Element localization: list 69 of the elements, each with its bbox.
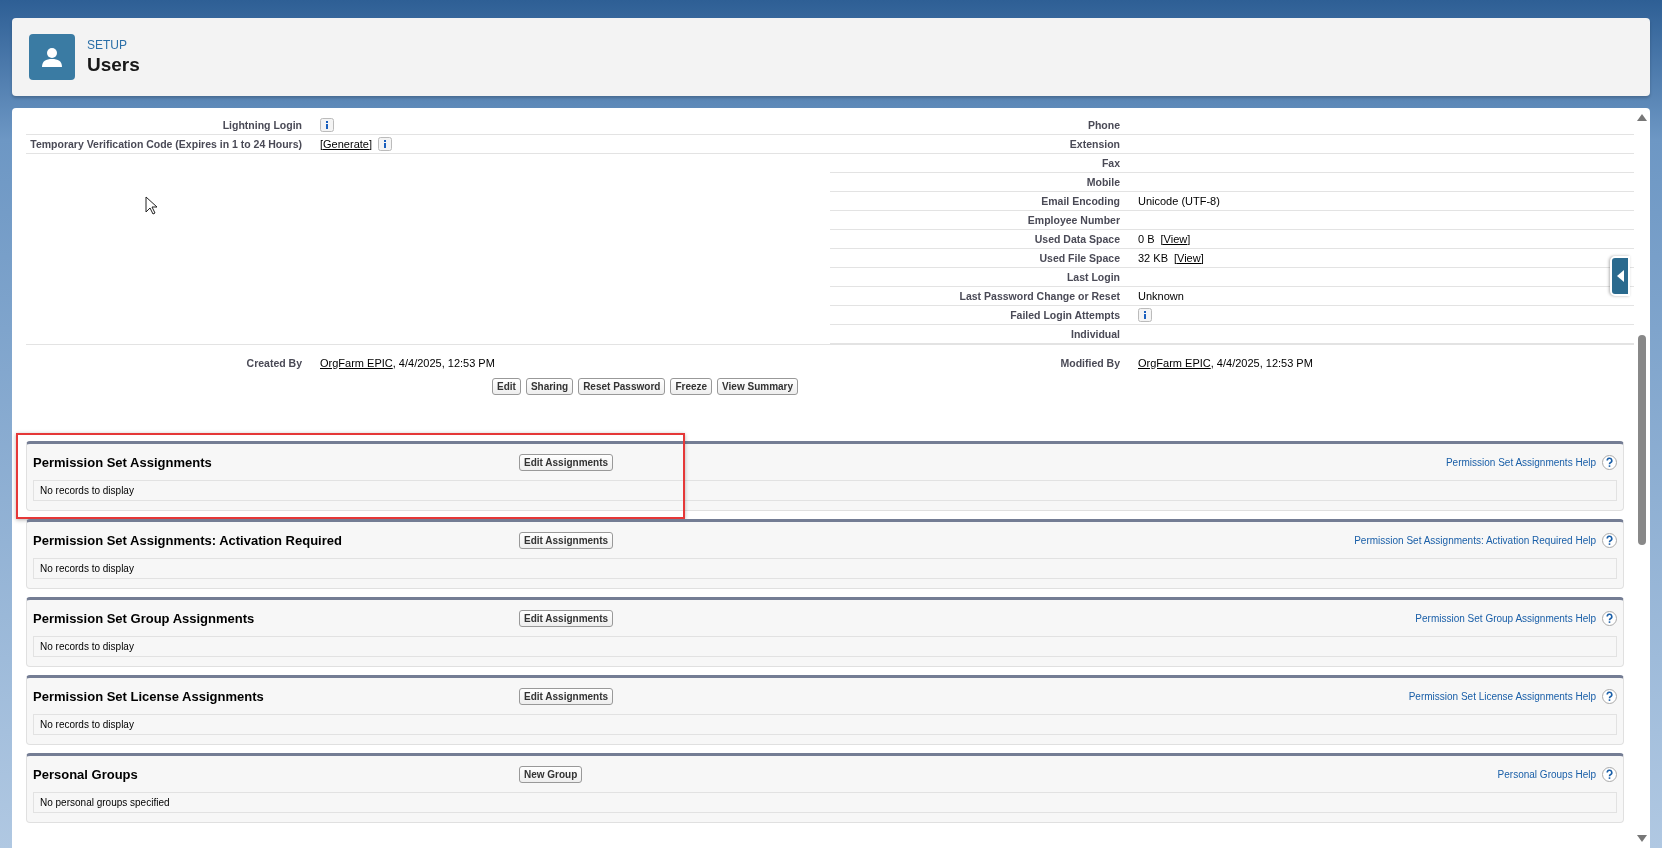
field-label: Used File Space	[1038, 251, 1121, 264]
field-label: Modified By	[1059, 356, 1121, 369]
help-icon[interactable]	[1602, 454, 1617, 470]
empty-message: No records to display	[33, 714, 1617, 735]
help-icon[interactable]	[1602, 688, 1617, 704]
user-link[interactable]: OrgFarm EPIC	[1138, 356, 1211, 369]
field-label: Last Login	[1065, 270, 1121, 283]
mouse-pointer-icon	[145, 196, 158, 215]
caret-icon	[1616, 270, 1624, 282]
action-button[interactable]: Freeze	[670, 378, 713, 395]
section-button[interactable]: Edit Assignments	[519, 687, 614, 705]
field-value: , 4/4/2025, 12:53 PM	[1210, 356, 1313, 369]
user-icon	[29, 34, 75, 80]
field-label: Individual	[1070, 327, 1121, 340]
field-label: Phone	[1086, 118, 1121, 131]
action-button[interactable]: Sharing	[525, 378, 574, 395]
field-link[interactable]: [View]	[1160, 232, 1191, 245]
field-label: Temporary Verification Code (Expires in 1 to 24 Hours)	[29, 137, 303, 150]
field-label: Created By	[245, 356, 303, 369]
field-label: Employee Number	[1026, 213, 1121, 226]
field-label: Email Encoding	[1040, 194, 1121, 207]
page-title: Users	[87, 54, 140, 76]
scroll-up-icon[interactable]	[1637, 114, 1647, 121]
section-title: Permission Set Group Assignments	[33, 610, 256, 626]
section-title: Permission Set Assignments: Activation Required	[33, 532, 343, 548]
section-title: Personal Groups	[33, 766, 139, 782]
section-title: Permission Set Assignments	[33, 454, 213, 470]
scroll-down-icon[interactable]	[1637, 835, 1647, 842]
empty-message: No records to display	[33, 558, 1617, 579]
help-link[interactable]: Permission Set Group Assignments Help	[1415, 612, 1596, 624]
action-button[interactable]: Edit	[492, 378, 521, 395]
field-label: Mobile	[1085, 175, 1121, 188]
help-link[interactable]: Permission Set Assignments: Activation Required Help	[1354, 534, 1596, 546]
section-button[interactable]: Edit Assignments	[519, 531, 614, 549]
action-button[interactable]: Reset Password	[578, 378, 666, 395]
empty-message: No personal groups specified	[33, 792, 1617, 813]
empty-message: No records to display	[33, 636, 1617, 657]
field-value: , 4/4/2025, 12:53 PM	[392, 356, 495, 369]
section-title: Permission Set License Assignments	[33, 688, 265, 704]
help-icon[interactable]	[1602, 532, 1617, 548]
section-button[interactable]: Edit Assignments	[519, 453, 614, 471]
breadcrumb-link[interactable]: SETUP	[87, 38, 140, 52]
field-label: Fax	[1100, 156, 1121, 169]
scrollbar-thumb[interactable]	[1638, 335, 1646, 545]
field-label: Used Data Space	[1033, 232, 1121, 245]
help-link[interactable]: Permission Set License Assignments Help	[1408, 690, 1596, 702]
section-button[interactable]: New Group	[519, 765, 583, 783]
field-label: Lightning Login	[221, 118, 303, 131]
help-link[interactable]: Permission Set Assignments Help	[1445, 456, 1596, 468]
collapse-tab[interactable]	[1610, 256, 1630, 296]
empty-message: No records to display	[33, 480, 1617, 501]
info-icon[interactable]	[378, 136, 392, 151]
help-icon[interactable]	[1602, 766, 1617, 782]
field-value: 0 B	[1138, 232, 1155, 245]
field-value: 32 KB	[1138, 251, 1168, 264]
field-label: Extension	[1068, 137, 1121, 150]
field-link[interactable]: [View]	[1173, 251, 1204, 264]
section-button[interactable]: Edit Assignments	[519, 609, 614, 627]
field-value: Unknown	[1138, 289, 1184, 302]
field-value: Unicode (UTF-8)	[1138, 194, 1220, 207]
help-icon[interactable]	[1602, 610, 1617, 626]
info-icon[interactable]	[320, 117, 334, 132]
help-link[interactable]: Personal Groups Help	[1497, 768, 1596, 780]
info-icon[interactable]	[1138, 307, 1152, 322]
field-link[interactable]: [Generate]	[320, 137, 372, 150]
user-link[interactable]: OrgFarm EPIC	[320, 356, 393, 369]
action-button[interactable]: View Summary	[717, 378, 799, 395]
field-label: Last Password Change or Reset	[958, 289, 1121, 302]
field-label: Failed Login Attempts	[1009, 308, 1121, 321]
